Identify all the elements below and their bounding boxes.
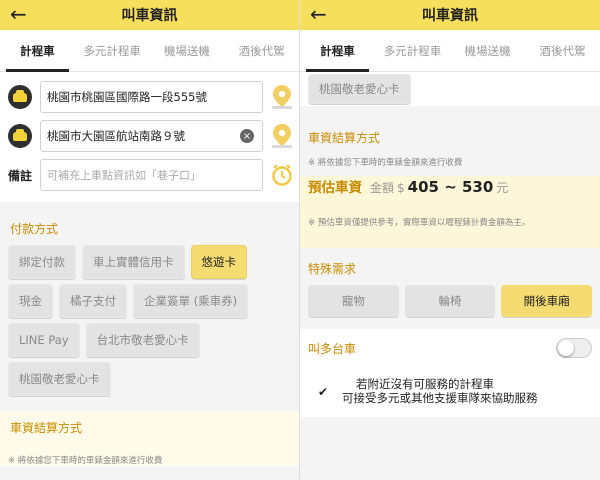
pickup-row: 桃園市桃園區國際路一段555號 [0,79,299,115]
need-open-trunk[interactable]: 開後車廂 [501,285,593,317]
payment-options-tail: 桃園敬老愛心卡 [300,72,600,106]
dropoff-value: 桃園市大園區航站南路９號 [47,129,185,143]
note-label: 備註 [8,168,33,183]
payment-corporate-voucher[interactable]: 企業簽單 (乘車券) [133,284,249,318]
taxi-icon [8,124,32,148]
dropoff-row: 桃園市大園區航站南路９號 × [0,118,299,154]
payment-taoyuan-senior-card[interactable]: 桃園敬老愛心卡 [8,362,111,396]
payment-line-pay[interactable]: LINE Pay [8,323,80,357]
payment-title: 付款方式 [0,220,299,237]
need-wheelchair[interactable]: 輪椅 [404,285,496,317]
back-arrow-icon[interactable]: ← [10,3,27,25]
tab-taxi[interactable]: 計程車 [0,30,75,72]
header-bar: ← 叫車資訊 [0,0,299,30]
fallback-text: 若附近沒有可服務的計程車 可接受多元或其他支援車隊來協助服務 [342,377,538,405]
fare-settlement-title: 車資結算方式 [0,411,299,454]
fare-amount-label: 金額 [370,181,395,195]
payment-gama-pay[interactable]: 橘子支付 [59,284,127,318]
tab-designated-driver[interactable]: 酒後代駕 [525,30,600,71]
map-pin-icon[interactable] [271,123,293,149]
note-row: 備註 可補充上車點資訊如「巷子口」 [0,157,299,193]
payment-taoyuan-senior-card[interactable]: 桃園敬老愛心卡 [308,74,411,104]
fare-settlement-note: ※ 將依據您下車時的車錶金額來進行收費 [8,456,163,466]
fare-estimate-row: 預估車資 金額 $ 405 ~ 530 元 [308,176,592,214]
fare-currency: $ [397,181,405,195]
fare-settlement-title: 車資結算方式 [300,120,600,154]
payment-bound[interactable]: 綁定付款 [8,245,76,279]
pickup-input[interactable]: 桃園市桃園區國際路一段555號 [40,81,263,113]
multi-car-row: 叫多台車 [300,329,600,367]
tab-airport[interactable]: 機場送機 [450,30,525,71]
service-tabs: 計程車 多元計程車 機場送機 酒後代駕 [0,30,299,72]
fare-settlement-note: ※ 將依據您下車時的車錶金額來進行收費 [300,154,600,176]
screen-right: ← 叫車資訊 計程車 多元計程車 機場送機 酒後代駕 桃園敬老愛心卡 車資結算方… [300,0,600,480]
payment-easycard[interactable]: 悠遊卡 [190,245,247,279]
tab-designated-driver[interactable]: 酒後代駕 [224,30,299,71]
note-input[interactable]: 可補充上車點資訊如「巷子口」 [40,159,263,191]
fare-estimate-label: 預估車資 [308,180,362,196]
payment-taipei-senior-card[interactable]: 台北市敬老愛心卡 [85,323,200,357]
page-title: 叫車資訊 [422,8,478,24]
service-tabs: 計程車 多元計程車 機場送機 酒後代駕 [300,30,600,72]
address-block: 桃園市桃園區國際路一段555號 桃園市大園區航站南路９號 × 備註 可補充上車點… [0,72,299,202]
taxi-icon [8,85,32,109]
fallback-checkbox[interactable]: ✔ [316,385,330,399]
fare-estimate-box: 預估車資 金額 $ 405 ~ 530 元 ※ 預估車資僅提供參考，實際車資以喔… [300,176,600,248]
payment-credit-card[interactable]: 車上實體信用卡 [82,245,185,279]
multi-car-label: 叫多台車 [308,341,357,356]
header-bar: ← 叫車資訊 [300,0,600,30]
payment-options: 綁定付款 車上實體信用卡 悠遊卡 現金 橘子支付 企業簽單 (乘車券) LINE… [0,237,299,405]
fare-disclaimer: ※ 預估車資僅提供參考，實際車資以喔程錶計費金額為主。 [308,218,531,228]
payment-cash[interactable]: 現金 [8,284,53,318]
clear-icon[interactable]: × [240,129,254,143]
special-needs-title: 特殊需求 [300,248,600,285]
dropoff-input[interactable]: 桃園市大園區航站南路９號 × [40,120,263,152]
back-arrow-icon[interactable]: ← [310,3,327,25]
multi-car-toggle[interactable] [556,338,592,358]
page-title: 叫車資訊 [121,8,178,24]
fare-settlement-section: 車資結算方式 ※ 將依據您下車時的車錶金額來進行收費 [0,411,299,466]
tab-multi-taxi[interactable]: 多元計程車 [375,30,450,71]
tab-taxi[interactable]: 計程車 [300,30,375,72]
tab-multi-taxi[interactable]: 多元計程車 [75,30,150,71]
fallback-line-2: 可接受多元或其他支援車隊來協助服務 [342,391,538,405]
tab-airport[interactable]: 機場送機 [150,30,225,71]
fallback-line-1: 若附近沒有可服務的計程車 [356,377,494,391]
alarm-clock-icon[interactable] [271,162,293,188]
need-pet[interactable]: 寵物 [308,285,399,317]
fare-range: 405 ~ 530 [407,178,494,196]
fallback-service-row: ✔ 若附近沒有可服務的計程車 可接受多元或其他支援車隊來協助服務 [300,367,600,417]
special-needs-options: 寵物 輪椅 開後車廂 [300,285,600,317]
map-pin-icon[interactable] [271,84,293,110]
fare-unit: 元 [496,181,509,195]
screen-left: ← 叫車資訊 計程車 多元計程車 機場送機 酒後代駕 桃園市桃園區國際路一段55… [0,0,300,480]
